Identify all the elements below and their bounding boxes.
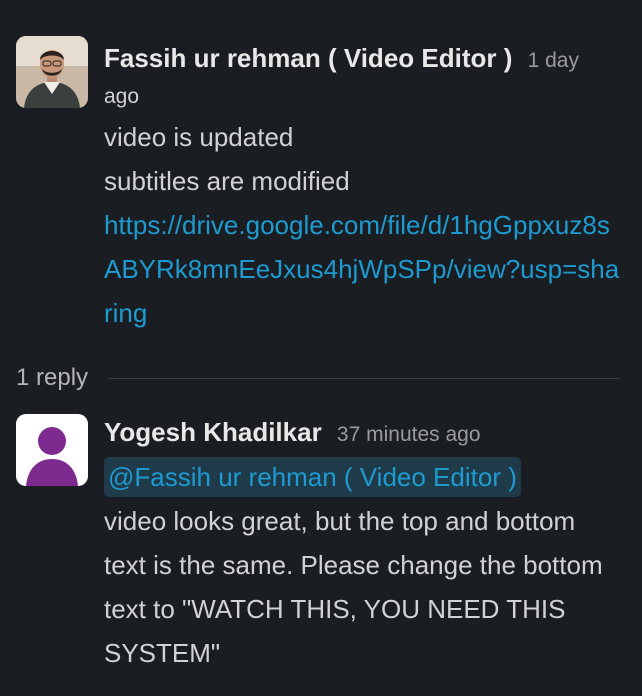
- drive-link[interactable]: https://drive.google.com/file/d/1hgGppxu…: [104, 203, 624, 335]
- message-header: Yogesh Khadilkar 37 minutes ago: [104, 414, 624, 453]
- message-line-2: subtitles are modified: [104, 166, 350, 196]
- default-user-icon: [16, 414, 88, 486]
- avatar-fassih[interactable]: [16, 36, 88, 108]
- mention-line: @Fassih ur rehman ( Video Editor ): [104, 455, 624, 499]
- timestamp[interactable]: 37 minutes ago: [337, 423, 481, 446]
- divider: [108, 377, 620, 379]
- user-mention[interactable]: @Fassih ur rehman ( Video Editor ): [104, 457, 521, 497]
- message-header: Fassih ur rehman ( Video Editor ) 1 day: [104, 36, 624, 83]
- message-line-1: video is updated: [104, 122, 294, 152]
- reply-count[interactable]: 1 reply: [16, 364, 88, 392]
- message-text: video looks great, but the top and botto…: [104, 506, 603, 668]
- author-name[interactable]: Fassih ur rehman ( Video Editor ): [104, 43, 512, 73]
- thread-replies-divider: 1 reply: [16, 356, 620, 400]
- message-body: Fassih ur rehman ( Video Editor ) 1 day …: [104, 36, 624, 335]
- message-body: Yogesh Khadilkar 37 minutes ago @Fassih …: [104, 414, 624, 675]
- author-name[interactable]: Yogesh Khadilkar: [104, 417, 322, 447]
- avatar-yogesh[interactable]: [16, 414, 88, 486]
- user-photo-icon: [16, 36, 88, 108]
- timestamp[interactable]: 1 day: [528, 49, 579, 72]
- timestamp-continued[interactable]: ago: [104, 79, 624, 115]
